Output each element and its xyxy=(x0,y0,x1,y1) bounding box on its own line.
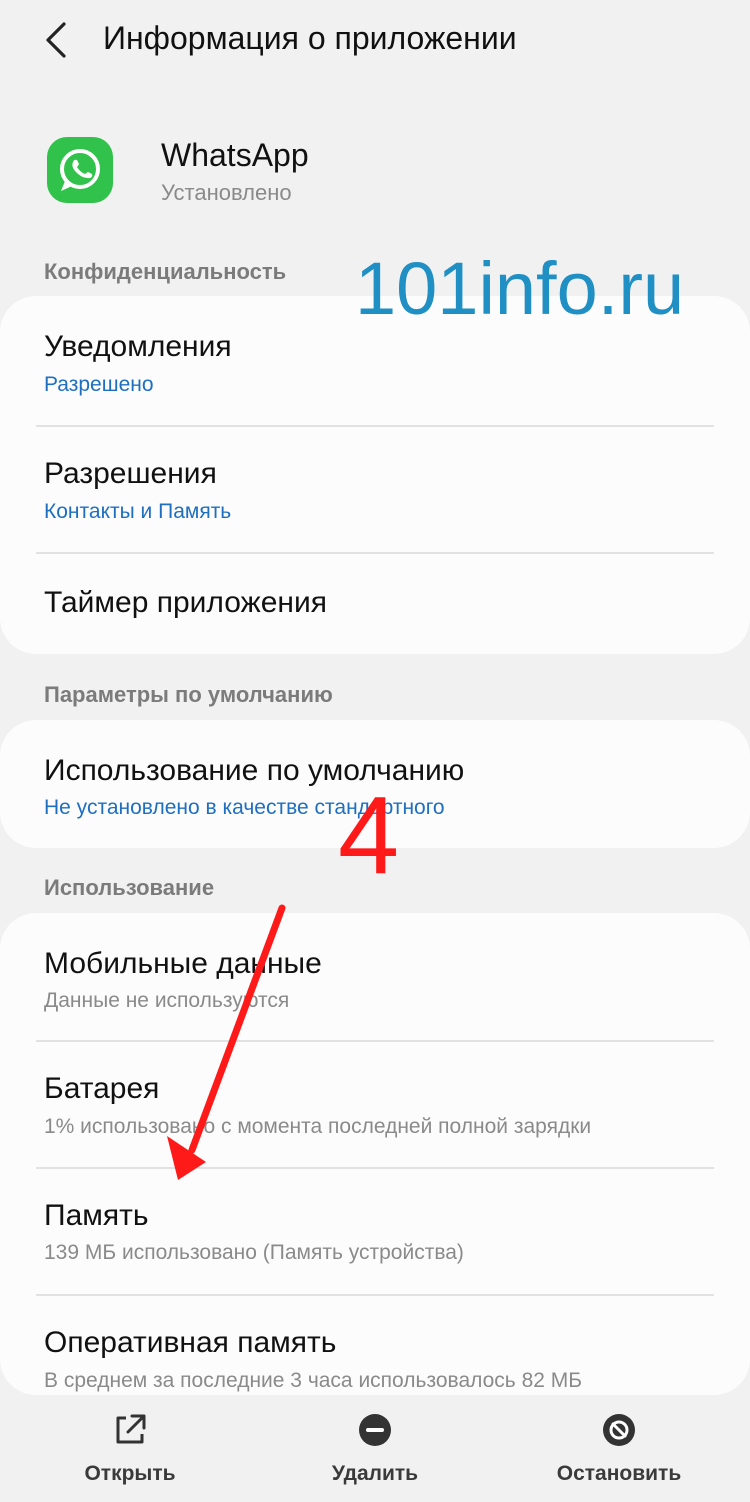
open-external-icon xyxy=(116,1414,146,1444)
force-stop-label: Остановить xyxy=(556,1462,682,1485)
arrow-shaft xyxy=(188,904,286,1154)
delete-button[interactable]: Удалить xyxy=(290,1398,460,1502)
block-circle-icon xyxy=(603,1414,635,1446)
arrow-head xyxy=(167,1136,206,1180)
red-arrow-annotation xyxy=(167,904,286,1180)
delete-label: Удалить xyxy=(331,1462,419,1485)
force-stop-button[interactable]: Остановить xyxy=(534,1398,704,1502)
open-label: Открыть xyxy=(84,1462,176,1485)
bottom-action-bar: Открыть Удалить Остановить xyxy=(0,1398,750,1502)
open-button[interactable]: Открыть xyxy=(45,1398,215,1502)
minus-circle-icon xyxy=(359,1414,391,1446)
